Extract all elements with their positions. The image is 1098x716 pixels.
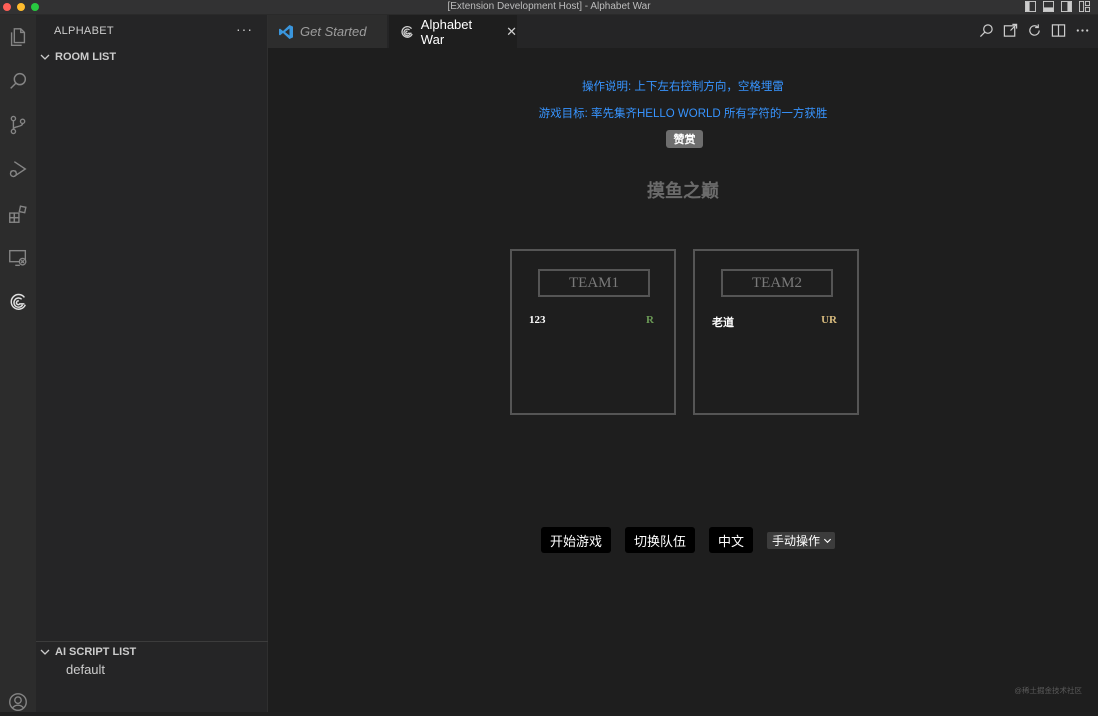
tab-get-started[interactable]: Get Started — [268, 15, 388, 48]
tab-alphabet-war[interactable]: Alphabet War ✕ — [389, 15, 517, 48]
sidebar: ALPHABET ··· ROOM LIST AI SCRIPT LIST de… — [36, 15, 268, 712]
sidebar-title: ALPHABET — [54, 25, 114, 37]
team-2-panel: TEAM2 老道 UR — [693, 249, 859, 415]
tab-label: Get Started — [300, 24, 367, 39]
alphabet-extension-icon[interactable] — [4, 288, 32, 316]
team-1-name: TEAM1 — [538, 269, 650, 297]
team-2-player: 老道 — [712, 317, 734, 329]
files-icon[interactable] — [4, 23, 32, 51]
extensions-icon[interactable] — [4, 200, 32, 228]
team-1-panel: TEAM1 123 R — [510, 249, 676, 415]
team-1-player: 123 — [529, 314, 546, 326]
chevron-down-icon — [824, 538, 832, 543]
search-icon[interactable] — [4, 67, 32, 95]
team-2-player-letters: UR — [821, 314, 837, 326]
more-actions-button[interactable]: ··· — [236, 21, 253, 37]
goal-text: 游戏目标: 率先集齐HELLO WORLD 所有字符的一方获胜 — [538, 108, 828, 120]
language-button[interactable]: 中文 — [709, 527, 754, 553]
ai-script-list-title: AI SCRIPT LIST — [55, 646, 137, 658]
game-webview: 操作说明: 上下左右控制方向，空格埋雷 游戏目标: 率先集齐HELLO WORL… — [268, 48, 1098, 712]
mode-select-value: 手动操作 — [772, 533, 821, 548]
close-tab-icon[interactable]: ✕ — [506, 24, 517, 40]
room-list-section-header[interactable]: ROOM LIST — [36, 47, 268, 67]
chevron-down-icon — [40, 649, 50, 655]
mode-select[interactable]: 手动操作 — [767, 531, 836, 549]
run-debug-icon[interactable] — [4, 155, 32, 183]
instruction-text: 操作说明: 上下左右控制方向，空格埋雷 — [582, 81, 784, 93]
title-bar: [Extension Development Host] - Alphabet … — [0, 0, 1098, 15]
toggle-panel-icon[interactable] — [1043, 1, 1054, 12]
team-2-name: TEAM2 — [721, 269, 833, 297]
more-actions-icon[interactable] — [1075, 23, 1090, 38]
remote-explorer-icon[interactable] — [4, 244, 32, 272]
toggle-primary-sidebar-icon[interactable] — [1025, 1, 1036, 12]
editor-tab-bar: Get Started Alphabet War ✕ — [268, 15, 1098, 48]
alphabet-extension-icon — [401, 25, 413, 38]
open-external-icon[interactable] — [1003, 23, 1018, 38]
game-title: 摸鱼之巅 — [647, 181, 719, 201]
reward-button[interactable]: 赞赏 — [666, 130, 703, 148]
game-controls: 开始游戏 切换队伍 中文 手动操作 — [541, 527, 836, 553]
customize-layout-icon[interactable] — [1079, 1, 1090, 12]
toggle-secondary-sidebar-icon[interactable] — [1061, 1, 1072, 12]
start-game-button[interactable]: 开始游戏 — [541, 527, 612, 553]
tab-label: Alphabet War — [420, 16, 473, 47]
switch-team-button[interactable]: 切换队伍 — [625, 527, 696, 553]
refresh-icon[interactable] — [1027, 23, 1042, 38]
room-list-title: ROOM LIST — [55, 51, 117, 63]
chevron-down-icon — [40, 54, 50, 60]
window-title: [Extension Development Host] - Alphabet … — [447, 1, 651, 12]
list-item-script-default[interactable]: default — [66, 662, 105, 677]
team-1-player-letters: R — [646, 314, 654, 326]
activity-bar — [0, 15, 36, 712]
ai-script-list-section-header[interactable]: AI SCRIPT LIST — [36, 642, 268, 662]
vscode-logo-icon — [279, 24, 293, 39]
watermark: @稀土掘金技术社区 — [1014, 686, 1082, 695]
source-control-icon[interactable] — [4, 111, 32, 139]
search-icon[interactable] — [979, 23, 994, 38]
split-editor-icon[interactable] — [1051, 23, 1066, 38]
